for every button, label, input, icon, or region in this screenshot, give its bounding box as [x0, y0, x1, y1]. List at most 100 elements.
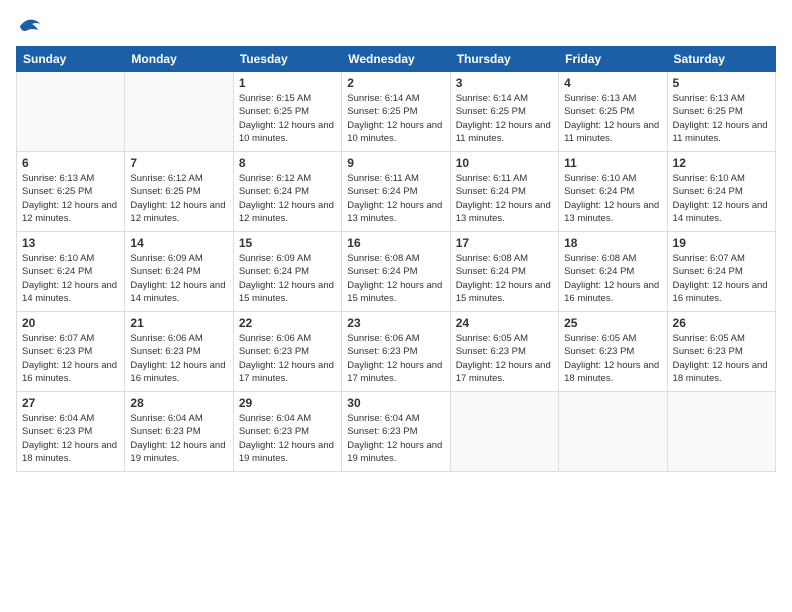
calendar-cell: 7 Sunrise: 6:12 AM Sunset: 6:25 PM Daylig…	[125, 152, 233, 232]
day-number: 11	[564, 156, 661, 170]
day-number: 27	[22, 396, 119, 410]
day-number: 15	[239, 236, 336, 250]
day-info: Sunrise: 6:07 AM Sunset: 6:23 PM Dayligh…	[22, 332, 119, 385]
day-info: Sunrise: 6:05 AM Sunset: 6:23 PM Dayligh…	[673, 332, 770, 385]
calendar-week-row: 27 Sunrise: 6:04 AM Sunset: 6:23 PM Dayli…	[17, 392, 776, 472]
calendar-cell: 13Sunrise: 6:10 AM Sunset: 6:24 PM Dayli…	[17, 232, 125, 312]
weekday-header: Wednesday	[342, 47, 450, 72]
calendar-header-row: SundayMondayTuesdayWednesdayThursdayFrid…	[17, 47, 776, 72]
day-number: 20	[22, 316, 119, 330]
calendar-cell: 29 Sunrise: 6:04 AM Sunset: 6:23 PM Dayli…	[233, 392, 341, 472]
day-number: 28	[130, 396, 227, 410]
logo	[16, 16, 42, 36]
calendar-cell: 3 Sunrise: 6:14 AM Sunset: 6:25 PM Daylig…	[450, 72, 558, 152]
day-info: Sunrise: 6:15 AM Sunset: 6:25 PM Dayligh…	[239, 92, 336, 145]
calendar-cell: 24 Sunrise: 6:05 AM Sunset: 6:23 PM Dayli…	[450, 312, 558, 392]
calendar-cell: 4 Sunrise: 6:13 AM Sunset: 6:25 PM Daylig…	[559, 72, 667, 152]
calendar-cell: 14 Sunrise: 6:09 AM Sunset: 6:24 PM Dayli…	[125, 232, 233, 312]
day-number: 14	[130, 236, 227, 250]
day-info: Sunrise: 6:10 AM Sunset: 6:24 PM Dayligh…	[673, 172, 770, 225]
day-info: Sunrise: 6:10 AM Sunset: 6:24 PM Dayligh…	[22, 252, 119, 305]
page: SundayMondayTuesdayWednesdayThursdayFrid…	[0, 0, 792, 612]
day-number: 26	[673, 316, 770, 330]
day-info: Sunrise: 6:10 AM Sunset: 6:24 PM Dayligh…	[564, 172, 661, 225]
day-info: Sunrise: 6:06 AM Sunset: 6:23 PM Dayligh…	[130, 332, 227, 385]
calendar-week-row: 13Sunrise: 6:10 AM Sunset: 6:24 PM Dayli…	[17, 232, 776, 312]
day-info: Sunrise: 6:12 AM Sunset: 6:25 PM Dayligh…	[130, 172, 227, 225]
day-info: Sunrise: 6:13 AM Sunset: 6:25 PM Dayligh…	[22, 172, 119, 225]
day-number: 21	[130, 316, 227, 330]
day-info: Sunrise: 6:11 AM Sunset: 6:24 PM Dayligh…	[347, 172, 444, 225]
day-info: Sunrise: 6:07 AM Sunset: 6:24 PM Dayligh…	[673, 252, 770, 305]
day-number: 2	[347, 76, 444, 90]
calendar-cell: 11 Sunrise: 6:10 AM Sunset: 6:24 PM Dayli…	[559, 152, 667, 232]
calendar-cell: 16 Sunrise: 6:08 AM Sunset: 6:24 PM Dayli…	[342, 232, 450, 312]
calendar-cell: 8Sunrise: 6:12 AM Sunset: 6:24 PM Daylig…	[233, 152, 341, 232]
calendar-week-row: 6 Sunrise: 6:13 AM Sunset: 6:25 PM Daylig…	[17, 152, 776, 232]
calendar-cell: 22 Sunrise: 6:06 AM Sunset: 6:23 PM Dayli…	[233, 312, 341, 392]
calendar: SundayMondayTuesdayWednesdayThursdayFrid…	[16, 46, 776, 472]
day-info: Sunrise: 6:04 AM Sunset: 6:23 PM Dayligh…	[22, 412, 119, 465]
day-info: Sunrise: 6:13 AM Sunset: 6:25 PM Dayligh…	[564, 92, 661, 145]
day-info: Sunrise: 6:06 AM Sunset: 6:23 PM Dayligh…	[347, 332, 444, 385]
weekday-header: Friday	[559, 47, 667, 72]
day-number: 6	[22, 156, 119, 170]
day-info: Sunrise: 6:13 AM Sunset: 6:25 PM Dayligh…	[673, 92, 770, 145]
day-info: Sunrise: 6:09 AM Sunset: 6:24 PM Dayligh…	[239, 252, 336, 305]
day-number: 23	[347, 316, 444, 330]
weekday-header: Saturday	[667, 47, 775, 72]
calendar-cell	[559, 392, 667, 472]
day-info: Sunrise: 6:04 AM Sunset: 6:23 PM Dayligh…	[347, 412, 444, 465]
day-number: 4	[564, 76, 661, 90]
header	[16, 16, 776, 36]
calendar-cell: 25Sunrise: 6:05 AM Sunset: 6:23 PM Dayli…	[559, 312, 667, 392]
day-info: Sunrise: 6:05 AM Sunset: 6:23 PM Dayligh…	[456, 332, 553, 385]
day-number: 3	[456, 76, 553, 90]
calendar-cell: 10Sunrise: 6:11 AM Sunset: 6:24 PM Dayli…	[450, 152, 558, 232]
calendar-cell: 19 Sunrise: 6:07 AM Sunset: 6:24 PM Dayli…	[667, 232, 775, 312]
day-number: 10	[456, 156, 553, 170]
day-number: 17	[456, 236, 553, 250]
day-number: 9	[347, 156, 444, 170]
calendar-cell	[125, 72, 233, 152]
day-number: 18	[564, 236, 661, 250]
calendar-cell	[450, 392, 558, 472]
calendar-cell: 1Sunrise: 6:15 AM Sunset: 6:25 PM Daylig…	[233, 72, 341, 152]
calendar-cell: 21 Sunrise: 6:06 AM Sunset: 6:23 PM Dayli…	[125, 312, 233, 392]
day-number: 29	[239, 396, 336, 410]
calendar-cell: 12Sunrise: 6:10 AM Sunset: 6:24 PM Dayli…	[667, 152, 775, 232]
calendar-cell: 9 Sunrise: 6:11 AM Sunset: 6:24 PM Daylig…	[342, 152, 450, 232]
calendar-cell: 26 Sunrise: 6:05 AM Sunset: 6:23 PM Dayli…	[667, 312, 775, 392]
day-info: Sunrise: 6:08 AM Sunset: 6:24 PM Dayligh…	[456, 252, 553, 305]
day-number: 19	[673, 236, 770, 250]
logo-bird-icon	[18, 16, 42, 36]
day-info: Sunrise: 6:04 AM Sunset: 6:23 PM Dayligh…	[130, 412, 227, 465]
day-info: Sunrise: 6:04 AM Sunset: 6:23 PM Dayligh…	[239, 412, 336, 465]
weekday-header: Tuesday	[233, 47, 341, 72]
day-info: Sunrise: 6:08 AM Sunset: 6:24 PM Dayligh…	[347, 252, 444, 305]
weekday-header: Monday	[125, 47, 233, 72]
calendar-cell: 18 Sunrise: 6:08 AM Sunset: 6:24 PM Dayli…	[559, 232, 667, 312]
calendar-cell	[17, 72, 125, 152]
calendar-cell: 30Sunrise: 6:04 AM Sunset: 6:23 PM Dayli…	[342, 392, 450, 472]
calendar-cell	[667, 392, 775, 472]
day-number: 16	[347, 236, 444, 250]
day-number: 25	[564, 316, 661, 330]
day-info: Sunrise: 6:06 AM Sunset: 6:23 PM Dayligh…	[239, 332, 336, 385]
calendar-cell: 15 Sunrise: 6:09 AM Sunset: 6:24 PM Dayli…	[233, 232, 341, 312]
calendar-cell: 27 Sunrise: 6:04 AM Sunset: 6:23 PM Dayli…	[17, 392, 125, 472]
calendar-cell: 17 Sunrise: 6:08 AM Sunset: 6:24 PM Dayli…	[450, 232, 558, 312]
day-number: 5	[673, 76, 770, 90]
calendar-cell: 2Sunrise: 6:14 AM Sunset: 6:25 PM Daylig…	[342, 72, 450, 152]
day-number: 7	[130, 156, 227, 170]
day-info: Sunrise: 6:08 AM Sunset: 6:24 PM Dayligh…	[564, 252, 661, 305]
day-number: 24	[456, 316, 553, 330]
day-info: Sunrise: 6:09 AM Sunset: 6:24 PM Dayligh…	[130, 252, 227, 305]
calendar-week-row: 1Sunrise: 6:15 AM Sunset: 6:25 PM Daylig…	[17, 72, 776, 152]
weekday-header: Thursday	[450, 47, 558, 72]
calendar-week-row: 20 Sunrise: 6:07 AM Sunset: 6:23 PM Dayli…	[17, 312, 776, 392]
day-number: 22	[239, 316, 336, 330]
day-info: Sunrise: 6:12 AM Sunset: 6:24 PM Dayligh…	[239, 172, 336, 225]
calendar-cell: 20 Sunrise: 6:07 AM Sunset: 6:23 PM Dayli…	[17, 312, 125, 392]
day-info: Sunrise: 6:14 AM Sunset: 6:25 PM Dayligh…	[456, 92, 553, 145]
